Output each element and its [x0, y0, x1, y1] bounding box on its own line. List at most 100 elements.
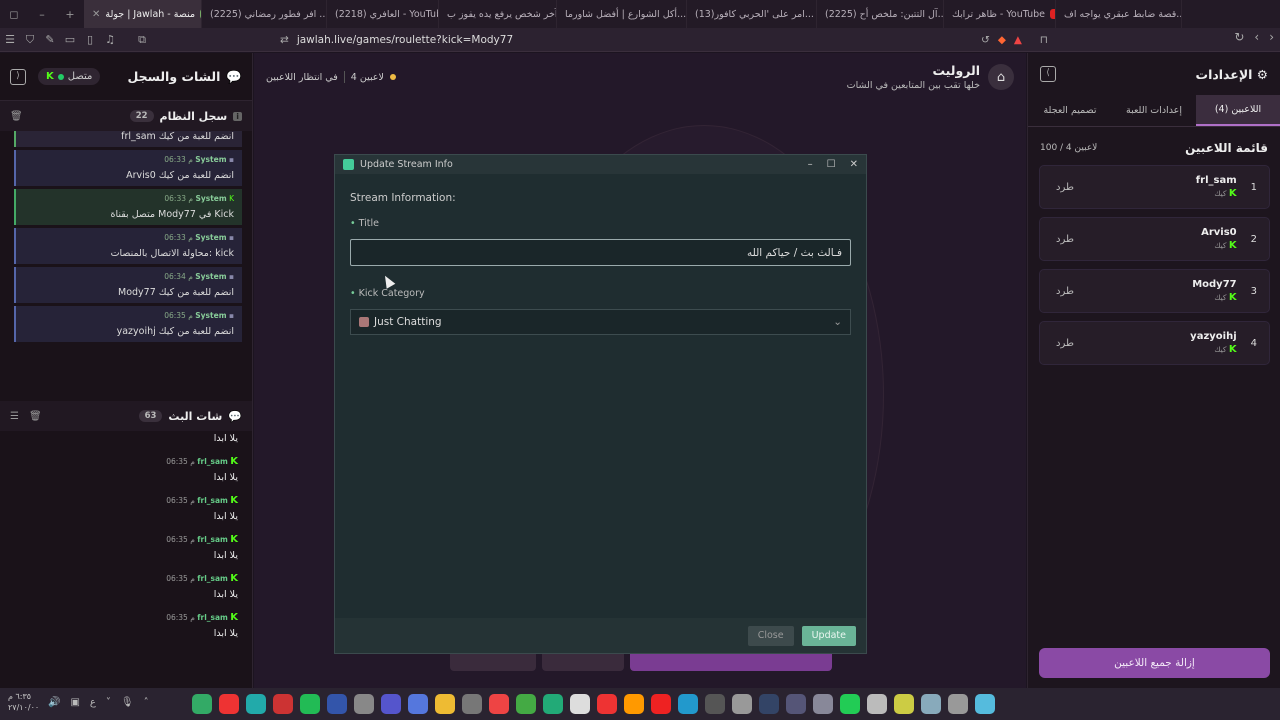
app-icon[interactable] [192, 694, 212, 714]
microphone-icon[interactable]: 🎙 [121, 697, 134, 708]
minimize-icon[interactable]: – [28, 8, 56, 21]
tab-youtube[interactable]: آخر شخص يرفع يده يفوز ب... [439, 0, 557, 28]
trash-icon[interactable]: 🗑 [10, 111, 23, 122]
player-card: طرد yazyoihj كيك K4 [1039, 321, 1270, 365]
share-icon[interactable]: ⇄ [280, 34, 289, 46]
app-icon[interactable] [246, 694, 266, 714]
app-icon[interactable] [894, 694, 914, 714]
home-icon[interactable]: ⌂ [988, 64, 1014, 90]
player-number: 3 [1250, 285, 1257, 297]
menu-icon[interactable]: ☰ [0, 33, 20, 46]
tab-youtube[interactable]: قصة ضابط عبقري يواجه اف... [1056, 0, 1182, 28]
app-icon[interactable] [570, 694, 590, 714]
brave-rewards-icon[interactable]: ▲ [1014, 34, 1022, 46]
display-icon[interactable]: ▣ [70, 697, 79, 708]
forward-icon[interactable]: › [1269, 30, 1274, 44]
tab-players[interactable]: اللاعبين (4) [1196, 95, 1280, 126]
app-icon[interactable] [435, 694, 455, 714]
chat-message: يلا ابدا [213, 433, 238, 444]
bookmark-icon[interactable]: ⊓ [1040, 34, 1048, 46]
system-log-item: 06:35 م System ▪ yazyoihj انضم للعبة من ك… [14, 306, 242, 342]
app-icon[interactable] [921, 694, 941, 714]
game-title-block: الروليت خلها تقب بين المتابعين في الشات [847, 63, 980, 91]
system-tray: 🔊 ▣ ع ˅ 🎙 ˄ [48, 697, 149, 708]
back-icon[interactable]: ‹ [1254, 30, 1259, 44]
tab-youtube[interactable]: (2225) افر فطور رمضاني ... [202, 0, 327, 28]
app-icon[interactable] [678, 694, 698, 714]
app-icon[interactable] [624, 694, 644, 714]
language-indicator[interactable]: ع [90, 697, 96, 708]
app-icon[interactable] [273, 694, 293, 714]
title-input[interactable]: فـالث بث / حياكم الله [350, 239, 851, 266]
maximize-icon[interactable]: ☐ [827, 159, 836, 170]
align-icon[interactable]: ☰ [10, 411, 19, 422]
reload-icon[interactable]: ↻ [1234, 30, 1244, 44]
stream-chat-list: يلا ابدا 06:35 م frl_sam K يلا ابدا 06:35 … [0, 431, 252, 645]
remove-all-players-button[interactable]: إزالة جميع اللاعبين [1039, 648, 1270, 678]
chat-icon: ▪ [228, 311, 234, 320]
app-icon[interactable] [300, 694, 320, 714]
app-icon[interactable] [948, 694, 968, 714]
app-icon[interactable] [543, 694, 563, 714]
app-icon[interactable] [651, 694, 671, 714]
app-icon[interactable] [219, 694, 239, 714]
minimize-icon[interactable]: – [808, 159, 813, 170]
music-icon[interactable]: ♫ [100, 33, 120, 46]
collapse-panel-icon[interactable]: ⟨ [1040, 66, 1056, 82]
app-icon[interactable] [354, 694, 374, 714]
trash-icon[interactable]: 🗑 [29, 411, 42, 422]
collapse-panel-icon[interactable]: ⟩ [10, 68, 26, 85]
tab-game-settings[interactable]: إعدادات اللعبة [1112, 95, 1196, 126]
app-icon[interactable] [840, 694, 860, 714]
kick-player-button[interactable]: طرد [1056, 338, 1074, 349]
volume-icon[interactable]: 🔊 [48, 697, 60, 708]
app-icon[interactable] [462, 694, 482, 714]
kick-category-select[interactable]: Just Chatting ⌄ [350, 309, 851, 335]
kick-player-button[interactable]: طرد [1056, 286, 1074, 297]
tab-jawlah[interactable]: ✕ جولة | Jawlah - منصة [84, 0, 202, 28]
app-icon[interactable] [489, 694, 509, 714]
update-button[interactable]: Update [801, 625, 856, 646]
app-icon[interactable] [975, 694, 995, 714]
sidebar-icon[interactable]: ▯ [80, 33, 100, 46]
extensions-icon[interactable]: ✎ [40, 33, 60, 46]
settings-panel: ⟨ الإعدادات ⚙ اللاعبين (4) إعدادات اللعب… [1027, 53, 1280, 688]
kick-player-button[interactable]: طرد [1056, 182, 1074, 193]
window-menu-icon[interactable]: ◻ [0, 8, 28, 21]
dialog-titlebar: Update Stream Info – ☐ ✕ [335, 155, 866, 174]
app-icon[interactable] [597, 694, 617, 714]
tab-youtube[interactable]: (2218) العافري - YouTube [327, 0, 439, 28]
kick-player-button[interactable]: طرد [1056, 234, 1074, 245]
close-button[interactable]: Close [747, 625, 794, 646]
app-icon[interactable] [516, 694, 536, 714]
gear-icon: ⚙ [1256, 66, 1268, 82]
screenshot-icon[interactable]: ⧉ [132, 33, 152, 47]
chevron-down-icon[interactable]: ˅ [106, 697, 111, 708]
new-tab-button[interactable]: + [56, 8, 84, 21]
url-text: jawlah.live/games/roulette?kick=Mody77 [296, 34, 514, 46]
close-icon[interactable]: ✕ [850, 159, 858, 170]
tab-tiktok[interactable]: (13)امر على 'الحربي كافور... [687, 0, 817, 28]
app-icon[interactable] [732, 694, 752, 714]
brave-shield-icon[interactable]: ◆ [998, 34, 1006, 46]
app-icon[interactable] [705, 694, 725, 714]
tab-youtube[interactable]: أكل الشوارع | أفضل شاورما... [557, 0, 687, 28]
close-tab-icon[interactable]: ✕ [92, 9, 100, 20]
app-icon[interactable] [381, 694, 401, 714]
address-bar[interactable]: ⊓ ⇄ jawlah.live/games/roulette?kick=Mody… [280, 30, 1048, 50]
app-icon[interactable] [759, 694, 779, 714]
app-icon[interactable] [408, 694, 428, 714]
taskbar-apps [192, 694, 995, 714]
wallet-icon[interactable]: ▭ [60, 33, 80, 46]
tab-wheel-design[interactable]: تصميم العجلة [1028, 95, 1112, 126]
shield-icon[interactable]: ⛉ [20, 33, 40, 47]
app-icon[interactable] [813, 694, 833, 714]
reload-page-icon[interactable]: ↺ [981, 34, 990, 46]
app-icon[interactable] [786, 694, 806, 714]
tab-youtube[interactable]: ظاهر ترابك - YouTube [944, 0, 1056, 28]
chevron-up-icon[interactable]: ˄ [144, 697, 149, 708]
app-icon[interactable] [867, 694, 887, 714]
system-log-item: 06:33 م System ▪ محاولة الاتصال بالمنصات:… [14, 228, 242, 264]
app-icon[interactable] [327, 694, 347, 714]
tab-youtube[interactable]: (2225) آل التتبن: ملخص أح... [817, 0, 944, 28]
